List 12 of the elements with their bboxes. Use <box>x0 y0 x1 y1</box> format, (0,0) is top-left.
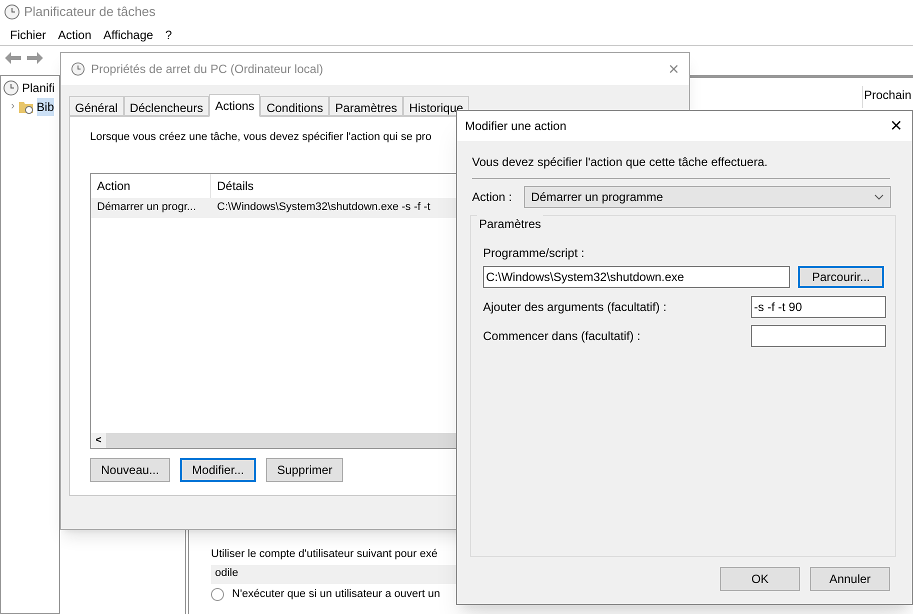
radio-label: N'exécuter que si un utilisateur a ouvert un <box>232 586 440 602</box>
instruction-text: Vous devez spécifier l'action que cette tâche effectuera. <box>472 154 769 171</box>
dialog-title: Propriétés de arret du PC (Ordinateur local) <box>91 61 324 78</box>
table-cell-text: C:\Windows\System32\shutdown.exe -s -f -t <box>216 200 432 216</box>
program-label: Programme/script : <box>483 245 586 260</box>
table-cell-text: Démarrer un progr... <box>96 200 198 216</box>
start-in-label: Commencer dans (facultatif) : <box>483 328 642 345</box>
arguments-label: Ajouter des arguments (facultatif) : <box>483 299 668 316</box>
dialog-title: Modifier une action <box>465 118 566 135</box>
account-label: Utiliser le compte d'utilisateur suivant pour exé <box>211 547 438 562</box>
window-title: Planificateur de tâches <box>24 3 156 22</box>
description-text: Lorsque vous créez une tâche, vous devez spécifier l'action qui se pro <box>90 130 432 145</box>
